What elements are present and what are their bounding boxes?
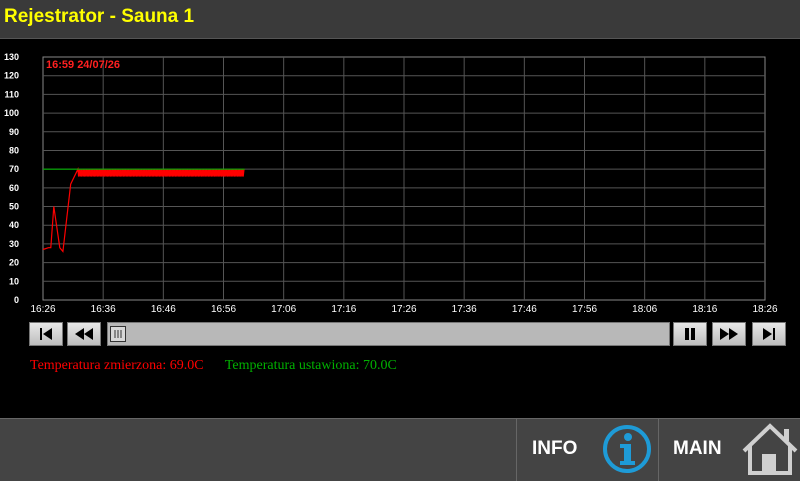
rewind-icon (75, 328, 93, 340)
grip-icon (114, 330, 122, 338)
main-button-label: MAIN (673, 438, 722, 459)
skip-end-icon (763, 328, 775, 340)
chart-scrollbar[interactable] (29, 322, 788, 347)
y-tick-label: 130 (4, 52, 19, 62)
legend-measured-temperature: Temperatura zmierzona: 69.0C (30, 358, 204, 373)
skip-start-icon (40, 328, 52, 340)
x-tick-label: 17:36 (452, 304, 477, 315)
x-tick-label: 17:06 (271, 304, 296, 315)
x-tick-label: 17:56 (572, 304, 597, 315)
go-to-start-button[interactable] (29, 322, 63, 346)
go-to-end-button[interactable] (752, 322, 786, 346)
title-bar: Rejestrator - Sauna 1 (0, 0, 800, 39)
info-icon (603, 425, 651, 473)
scroll-track[interactable] (107, 322, 670, 346)
y-tick-label: 90 (9, 127, 19, 137)
info-button-label: INFO (532, 438, 578, 459)
y-tick-label: 50 (9, 202, 19, 212)
x-tick-label: 16:46 (151, 304, 176, 315)
main-button[interactable]: MAIN (658, 419, 800, 481)
x-tick-label: 18:06 (632, 304, 657, 315)
scroll-back-button[interactable] (67, 322, 101, 346)
pause-button[interactable] (673, 322, 707, 346)
page-title: Rejestrator - Sauna 1 (4, 6, 195, 27)
legend: Temperatura zmierzona: 69.0C Temperatura… (30, 358, 415, 374)
y-tick-label: 60 (9, 183, 19, 193)
y-tick-label: 20 (9, 258, 19, 268)
x-tick-label: 18:16 (692, 304, 717, 315)
x-tick-label: 17:46 (512, 304, 537, 315)
info-button[interactable]: INFO (516, 419, 658, 481)
y-tick-label: 100 (4, 108, 19, 118)
x-tick-label: 16:56 (211, 304, 236, 315)
legend-set-temperature: Temperatura ustawiona: 70.0C (224, 358, 397, 373)
x-tick-label: 16:26 (30, 304, 55, 315)
x-tick-label: 16:36 (91, 304, 116, 315)
timestamp-label: 16:59 24/07/26 (46, 59, 120, 71)
scroll-forward-button[interactable] (712, 322, 746, 346)
home-icon (742, 423, 798, 475)
footer-bar: INFO MAIN (0, 418, 800, 481)
y-tick-label: 70 (9, 164, 19, 174)
x-tick-label: 17:26 (391, 304, 416, 315)
y-tick-label: 30 (9, 239, 19, 249)
x-tick-label: 17:16 (331, 304, 356, 315)
x-tick-label: 18:26 (752, 304, 777, 315)
y-tick-label: 10 (9, 276, 19, 286)
trend-chart: 0 10 20 30 40 50 60 70 80 90 100 110 120 130 16:26 16:3… (4, 52, 778, 315)
y-tick-label: 40 (9, 220, 19, 230)
y-tick-label: 110 (4, 89, 19, 99)
fast-forward-icon (720, 328, 738, 340)
scroll-thumb[interactable] (110, 326, 126, 342)
pause-icon (685, 328, 695, 340)
y-tick-label: 0 (14, 295, 19, 305)
y-tick-label: 120 (4, 71, 19, 81)
y-tick-label: 80 (9, 145, 19, 155)
